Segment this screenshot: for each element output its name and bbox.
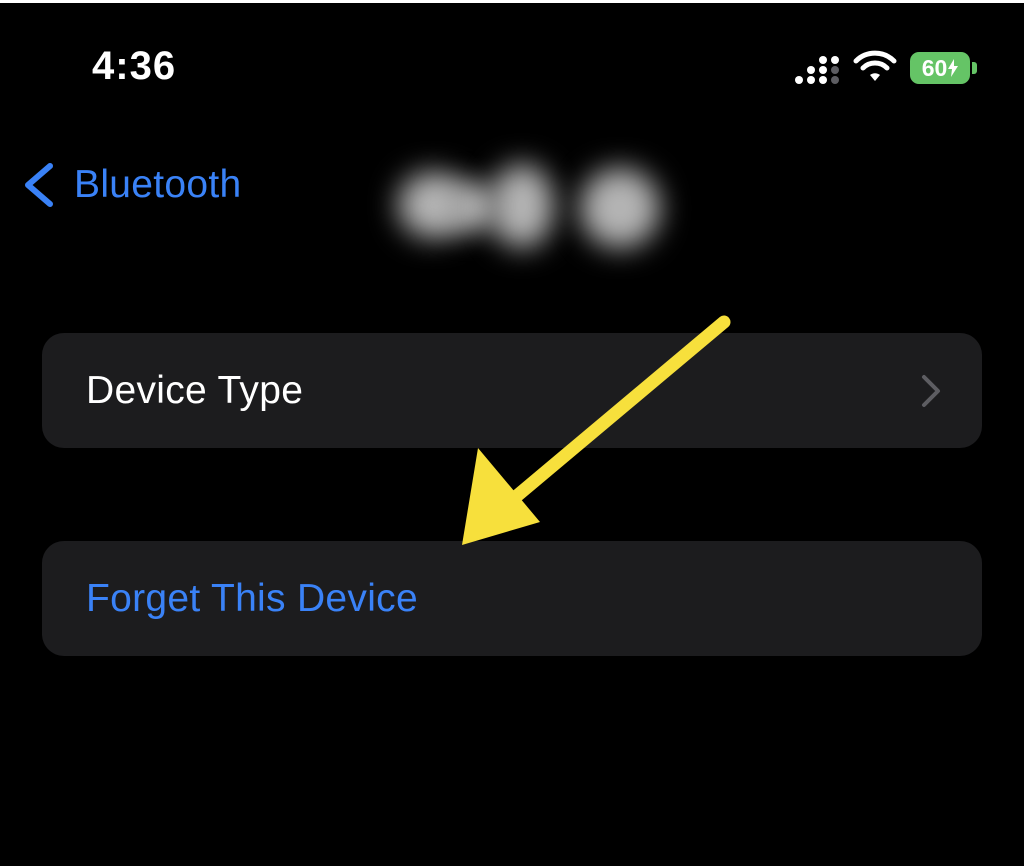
wifi-icon [853,50,897,81]
battery-tip [972,62,977,74]
redacted-device-name [380,150,680,260]
forget-device-label: Forget This Device [86,576,418,620]
chevron-left-icon [25,163,53,207]
back-label: Bluetooth [74,163,242,206]
status-bar: 4:36 60 [0,0,1024,130]
bolt-icon [948,59,959,77]
battery-indicator: 60 [910,52,970,84]
battery-percent: 60 [921,54,948,81]
status-time: 4:36 [92,44,177,88]
device-type-label: Device Type [86,368,304,412]
chevron-right-icon [922,375,940,407]
back-button[interactable]: Bluetooth [20,160,242,210]
navigation-bar: Bluetooth [0,140,1024,248]
forget-device-button[interactable]: Forget This Device [42,541,982,656]
cellular-signal-icon [795,56,839,84]
device-type-cell[interactable]: Device Type [42,333,982,448]
